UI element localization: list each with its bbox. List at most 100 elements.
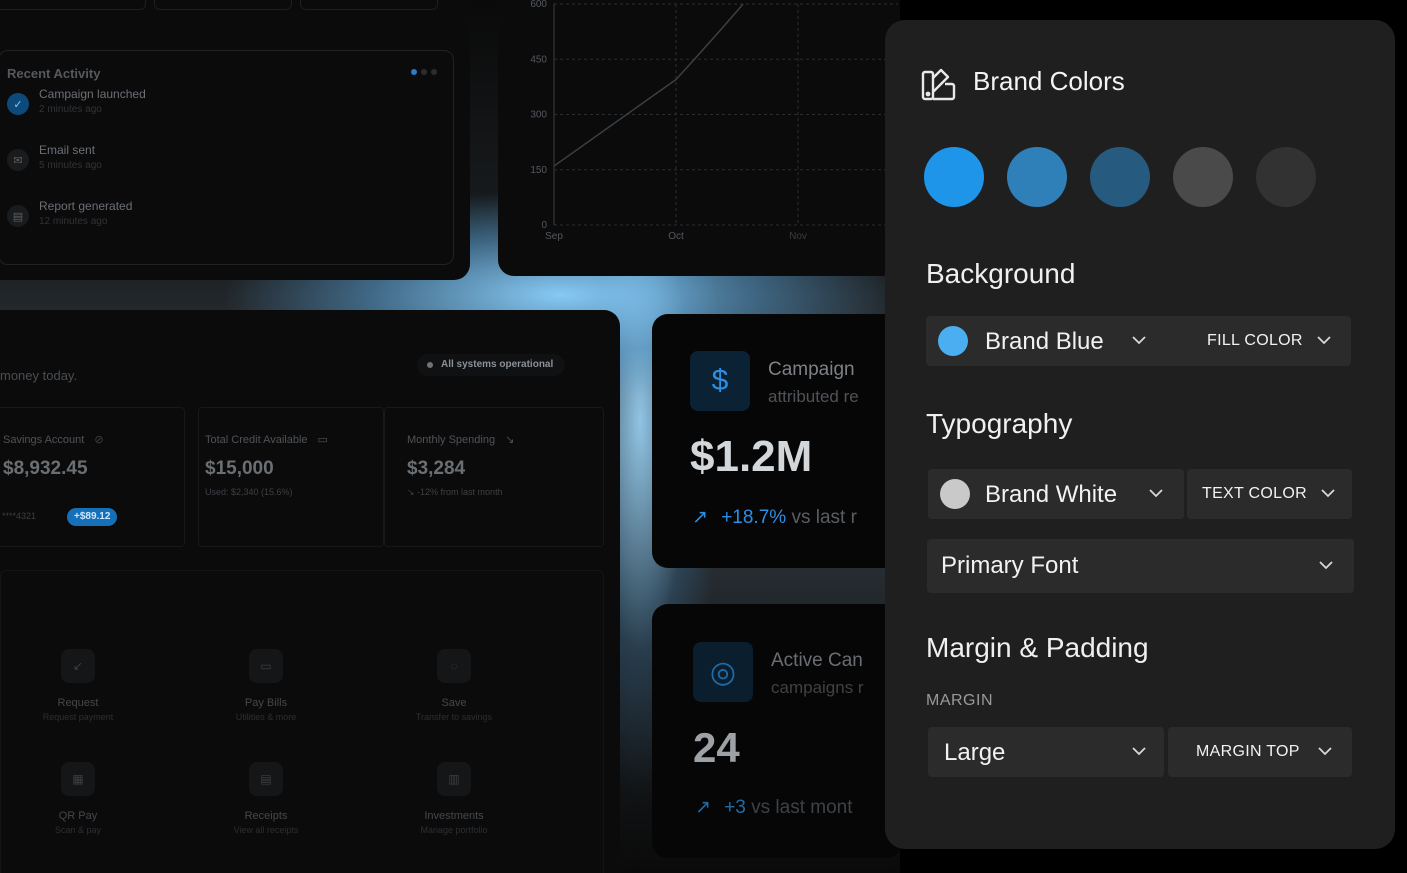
text-mode-select[interactable]: TEXT COLOR bbox=[1187, 469, 1352, 519]
panel-title: Brand Colors bbox=[973, 66, 1125, 96]
action-sub: Request payment bbox=[42, 712, 114, 722]
arrow-up-right-icon: ↗ bbox=[692, 507, 708, 528]
swatch-mid-blue[interactable] bbox=[1007, 147, 1067, 207]
delta-suffix: vs last r bbox=[791, 507, 857, 528]
y-tick-label: 0 bbox=[541, 220, 547, 231]
chevron-down-icon bbox=[1149, 486, 1163, 500]
activity-label: Report generated bbox=[39, 199, 133, 213]
tab-button[interactable] bbox=[154, 0, 292, 10]
select-value: FILL COLOR bbox=[1207, 332, 1303, 349]
swatch-brand-blue[interactable] bbox=[924, 147, 984, 207]
stat-value: $15,000 bbox=[205, 458, 274, 479]
action-title: QR Pay bbox=[58, 810, 98, 822]
action-sub: View all receipts bbox=[233, 825, 299, 835]
color-dot bbox=[938, 326, 968, 356]
background-color-select[interactable]: Brand Blue bbox=[926, 316, 1174, 366]
stat-label: Total Credit Available bbox=[205, 433, 308, 446]
activity-item[interactable]: ▤ Report generated 12 minutes ago bbox=[7, 199, 132, 227]
delta-suffix: vs last mont bbox=[751, 797, 853, 818]
quick-action-pay-bills[interactable]: ▭ Pay Bills Utilities & more bbox=[201, 649, 331, 722]
mail-icon: ✉ bbox=[7, 149, 29, 171]
text-color-select[interactable]: Brand White bbox=[928, 469, 1184, 519]
delta-value: +18.7% bbox=[721, 507, 787, 528]
metric-subtitle: attributed re bbox=[768, 387, 859, 406]
margin-side-select[interactable]: MARGIN TOP bbox=[1168, 727, 1352, 777]
chevron-down-icon bbox=[1317, 333, 1331, 347]
y-tick-label: 450 bbox=[530, 54, 547, 65]
bill-icon: ▭ bbox=[249, 649, 283, 683]
y-tick-label: 300 bbox=[530, 110, 547, 121]
x-tick-label: Sep bbox=[545, 231, 563, 242]
account-number: ****4321 bbox=[2, 511, 37, 521]
quick-action-qr-pay[interactable]: ▦ QR Pay Scan & pay bbox=[13, 762, 143, 835]
stat-spending[interactable]: Monthly Spending ↘ $3,284 ↘ -12% from las… bbox=[384, 407, 604, 547]
quick-action-request[interactable]: ↙ Request Request payment bbox=[13, 649, 143, 722]
background-row: Brand Blue FILL COLOR bbox=[926, 316, 1351, 366]
x-tick-label: Nov bbox=[789, 231, 807, 242]
metric-delta: ↗ +18.7% vs last r bbox=[692, 506, 857, 529]
activity-item[interactable]: ✓ Campaign launched 2 minutes ago bbox=[7, 87, 146, 115]
activity-item[interactable]: ✉ Email sent 5 minutes ago bbox=[7, 143, 102, 171]
dollar-icon: $ bbox=[690, 351, 750, 411]
activity-time: 12 minutes ago bbox=[39, 216, 108, 227]
tab-button[interactable] bbox=[0, 0, 146, 10]
stat-label: Savings Account bbox=[3, 433, 85, 446]
tab-button[interactable] bbox=[300, 0, 438, 10]
series-line bbox=[553, 3, 744, 167]
chevron-down-icon bbox=[1321, 486, 1335, 500]
stat-value: $3,284 bbox=[407, 458, 466, 479]
y-tick-label: 150 bbox=[530, 165, 547, 176]
quick-action-investments[interactable]: ▥ Investments Manage portfolio bbox=[389, 762, 519, 835]
metric-value: 24 bbox=[693, 724, 740, 771]
line-chart: 0 150 300 450 600 Sep Oct Nov bbox=[530, 0, 898, 242]
metric-card-revenue[interactable]: $ Campaign attributed re $1.2M ↗ +18.7% … bbox=[652, 314, 902, 568]
line-chart-card: 0 150 300 450 600 Sep Oct Nov bbox=[498, 0, 898, 276]
quick-action-receipts[interactable]: ▤ Receipts View all receipts bbox=[201, 762, 331, 835]
banking-dashboard-card: money today. All systems operational Sav… bbox=[0, 310, 620, 873]
quick-action-save[interactable]: ◌ Save Transfer to savings bbox=[389, 649, 519, 722]
card-icon: ▭ bbox=[317, 434, 328, 446]
action-sub: Utilities & more bbox=[235, 712, 297, 722]
metric-subtitle: campaigns r bbox=[771, 678, 864, 697]
margin-label: MARGIN bbox=[926, 692, 993, 709]
metric-card-active-campaigns[interactable]: ◎ Active Can campaigns r 24 ↗ +3 vs last… bbox=[652, 604, 902, 858]
stat-sub: Used: $2,340 (15.6%) bbox=[205, 487, 293, 497]
action-sub: Scan & pay bbox=[54, 825, 102, 835]
swatch-dark-gray[interactable] bbox=[1256, 147, 1316, 207]
swatch-dark-blue[interactable] bbox=[1090, 147, 1150, 207]
margin-section-title: Margin & Padding bbox=[926, 632, 1149, 663]
stat-savings[interactable]: Savings Account ⊘ $8,932.45 bbox=[0, 407, 185, 547]
palette-icon bbox=[921, 68, 956, 101]
recent-activity-card: Recent Activity ✓ Campaign launched 2 mi… bbox=[0, 0, 470, 280]
trend-down-icon: ↘ bbox=[505, 434, 515, 446]
typography-section-title: Typography bbox=[926, 408, 1073, 439]
quick-actions-panel: ↙ Request Request payment ▭ Pay Bills Ut… bbox=[0, 570, 604, 873]
stat-credit[interactable]: Total Credit Available ▭ $15,000 Used: $2… bbox=[198, 407, 384, 547]
check-icon: ✓ bbox=[7, 93, 29, 115]
chevron-down-icon bbox=[1132, 744, 1146, 758]
select-value: TEXT COLOR bbox=[1202, 485, 1307, 502]
activity-label: Campaign launched bbox=[39, 87, 146, 101]
select-value: Primary Font bbox=[941, 552, 1079, 579]
swatch-gray[interactable] bbox=[1173, 147, 1233, 207]
piggy-bank-icon: ◌ bbox=[437, 649, 471, 683]
target-icon: ◎ bbox=[693, 642, 753, 702]
pager-dots[interactable] bbox=[411, 69, 437, 75]
stat-value: $8,932.45 bbox=[3, 458, 88, 479]
eye-off-icon[interactable]: ⊘ bbox=[94, 433, 103, 446]
arrow-in-icon: ↙ bbox=[61, 649, 95, 683]
qr-code-icon: ▦ bbox=[61, 762, 95, 796]
brand-settings-panel: Brand Colors Background Brand Blue FILL … bbox=[885, 20, 1395, 849]
select-value: Brand Blue bbox=[985, 328, 1104, 355]
action-sub: Manage portfolio bbox=[420, 825, 488, 835]
action-sub: Transfer to savings bbox=[415, 712, 493, 722]
chevron-down-icon bbox=[1132, 333, 1146, 347]
select-value: Brand White bbox=[985, 481, 1118, 508]
fill-mode-select[interactable]: FILL COLOR bbox=[1174, 316, 1351, 366]
activity-label: Email sent bbox=[39, 143, 96, 157]
metric-title: Active Can bbox=[771, 650, 863, 671]
activity-title: Recent Activity bbox=[7, 66, 101, 81]
margin-size-select[interactable]: Large bbox=[928, 727, 1164, 777]
font-select[interactable]: Primary Font bbox=[927, 539, 1354, 593]
status-badge: All systems operational bbox=[417, 354, 566, 376]
